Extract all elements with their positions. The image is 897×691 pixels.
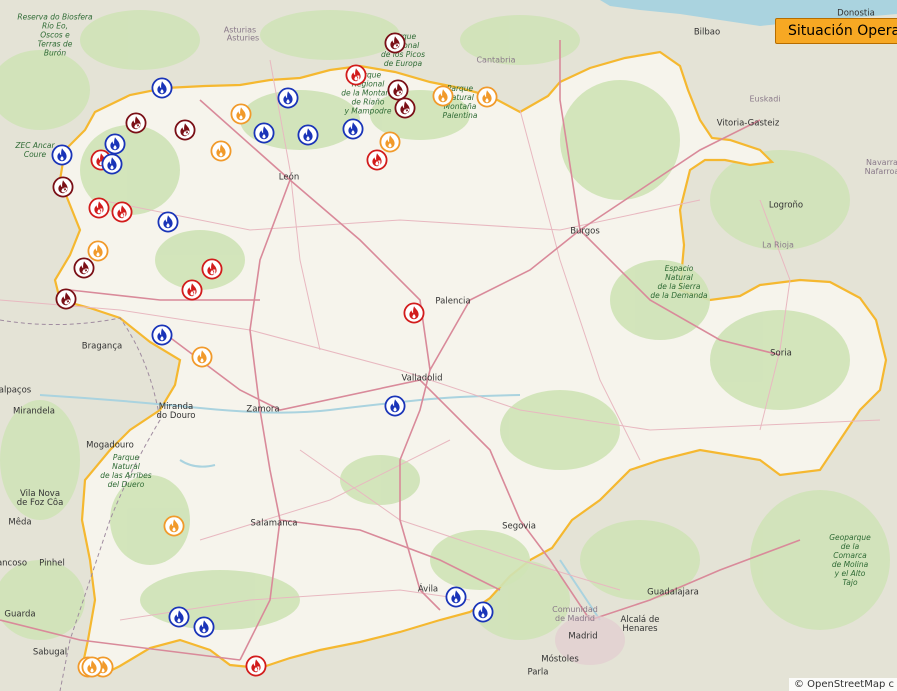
fire-active-icon[interactable]: 1 <box>345 64 367 86</box>
fire-extinguished-icon[interactable] <box>297 124 319 146</box>
svg-text:1: 1 <box>256 666 261 674</box>
map-viewport[interactable]: Reserva do Biosfera Río Eo, Oscos e Terr… <box>0 0 897 691</box>
svg-text:2: 2 <box>63 187 68 195</box>
fire-active-icon[interactable]: 1 <box>366 149 388 171</box>
fire-extinguished-icon[interactable] <box>193 616 215 638</box>
fire-extinguished-icon[interactable] <box>253 122 275 144</box>
fire-stabilized-icon[interactable]: 2 <box>55 288 77 310</box>
svg-text:1: 1 <box>122 212 127 220</box>
svg-text:1: 1 <box>192 290 197 298</box>
svg-text:2: 2 <box>185 130 190 138</box>
fire-extinguished-icon[interactable] <box>101 153 123 175</box>
fire-extinguished-icon[interactable] <box>445 586 467 608</box>
fire-extinguished-icon[interactable] <box>472 601 494 623</box>
svg-text:1: 1 <box>212 269 217 277</box>
svg-text:2: 2 <box>136 123 141 131</box>
fire-active-icon[interactable]: 1 <box>245 655 267 677</box>
fire-active-icon[interactable] <box>403 302 425 324</box>
fire-extinguished-icon[interactable] <box>104 133 126 155</box>
fire-extinguished-icon[interactable] <box>384 395 406 417</box>
fire-stabilized-icon[interactable]: 2 <box>174 119 196 141</box>
fire-controlled-icon[interactable] <box>432 85 454 107</box>
map-attribution[interactable]: © OpenStreetMap c <box>788 678 897 691</box>
fire-stabilized-icon[interactable]: 2 <box>384 32 406 54</box>
fire-extinguished-icon[interactable] <box>157 211 179 233</box>
fire-controlled-icon[interactable] <box>476 86 498 108</box>
svg-text:2: 2 <box>66 299 71 307</box>
svg-text:1: 1 <box>377 160 382 168</box>
situacion-operativa-button[interactable]: Situación Opera <box>775 18 897 44</box>
fire-extinguished-icon[interactable] <box>342 118 364 140</box>
fire-extinguished-icon[interactable] <box>277 87 299 109</box>
fire-stabilized-icon[interactable]: 2 <box>125 112 147 134</box>
fire-controlled-icon[interactable] <box>191 346 213 368</box>
fire-extinguished-icon[interactable] <box>168 606 190 628</box>
fire-active-icon[interactable]: 1 <box>111 201 133 223</box>
fire-controlled-icon[interactable] <box>210 140 232 162</box>
fire-stabilized-icon[interactable]: 2 <box>52 176 74 198</box>
fire-controlled-icon[interactable] <box>81 656 103 678</box>
svg-text:1: 1 <box>99 208 104 216</box>
svg-text:2: 2 <box>395 43 400 51</box>
fire-extinguished-icon[interactable] <box>51 144 73 166</box>
fire-extinguished-icon[interactable] <box>151 324 173 346</box>
fire-controlled-icon[interactable] <box>163 515 185 537</box>
fire-controlled-icon[interactable] <box>87 240 109 262</box>
fire-active-icon[interactable]: 1 <box>88 197 110 219</box>
svg-text:2: 2 <box>405 108 410 116</box>
fire-active-icon[interactable]: 1 <box>181 279 203 301</box>
fire-active-icon[interactable]: 1 <box>201 258 223 280</box>
fire-stabilized-icon[interactable]: 2 <box>394 97 416 119</box>
fire-controlled-icon[interactable] <box>230 103 252 125</box>
fire-extinguished-icon[interactable] <box>151 77 173 99</box>
svg-text:2: 2 <box>84 268 89 276</box>
svg-text:1: 1 <box>356 75 361 83</box>
